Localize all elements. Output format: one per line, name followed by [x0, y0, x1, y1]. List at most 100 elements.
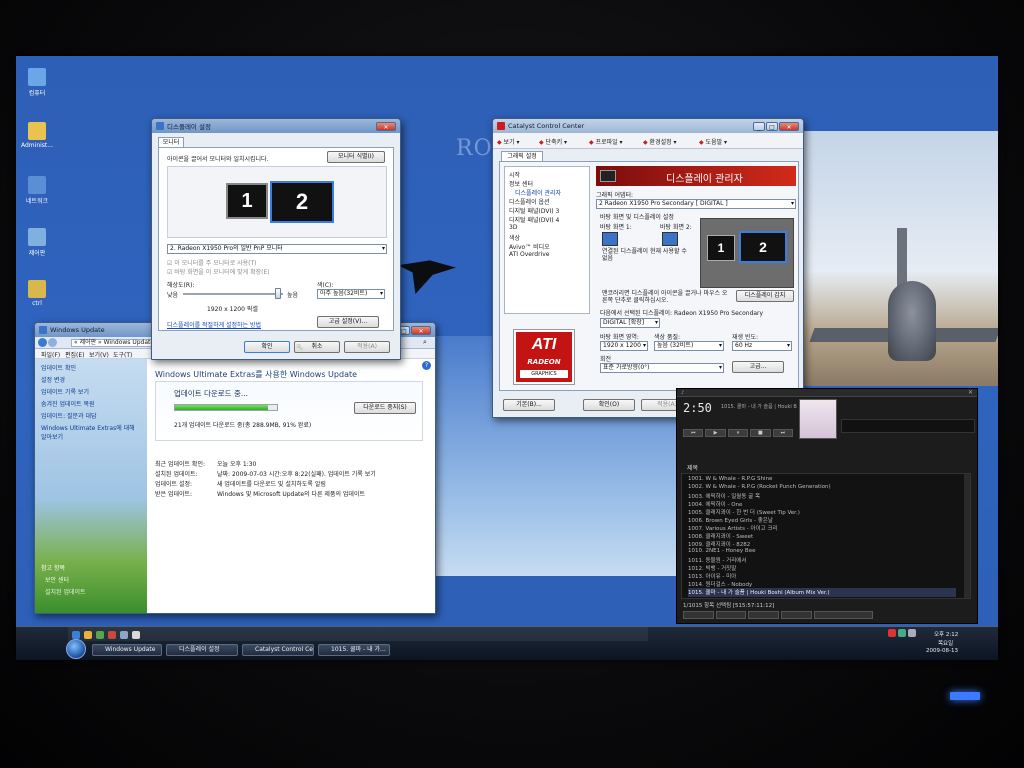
close-button[interactable]: ✕: [411, 325, 431, 335]
playlist-select-button[interactable]: [748, 611, 780, 619]
search-icon[interactable]: ⌕: [423, 338, 427, 347]
menu-edit[interactable]: 편집(E): [65, 350, 85, 359]
toolbar-view[interactable]: ◆ 보기 ▾: [497, 137, 520, 146]
playlist-remove-button[interactable]: [715, 611, 747, 619]
detect-displays-button[interactable]: 디스플레이 감지: [736, 290, 794, 302]
media-icon[interactable]: [96, 631, 104, 639]
tree-item-start[interactable]: 시작: [509, 170, 520, 179]
desktop-icon-network[interactable]: 네트워크: [20, 176, 54, 205]
network-tray-icon[interactable]: [898, 629, 906, 637]
apply-button[interactable]: 적용(A): [344, 341, 390, 353]
back-icon[interactable]: [38, 338, 47, 347]
folder-icon[interactable]: [84, 631, 92, 639]
taskbar-item-catalyst[interactable]: Catalyst Control Ce...: [242, 644, 314, 656]
tree-item-3d[interactable]: 3D: [509, 224, 517, 231]
ok-button[interactable]: 확인: [244, 341, 290, 353]
tree-item-display-options[interactable]: 디스플레이 옵션: [509, 197, 550, 206]
minimize-button[interactable]: _: [753, 121, 765, 131]
ccc-monitor-1-tile[interactable]: 1: [707, 235, 735, 261]
resolution-slider-track[interactable]: [183, 293, 283, 295]
monitor-1-tile[interactable]: 1: [226, 183, 268, 219]
playlist-item-current[interactable]: 1015. 쿨마 - 내 가 슬픔 | Houki Boshi (Album M…: [688, 588, 956, 597]
menu-file[interactable]: 파일(F): [41, 350, 60, 359]
menu-view[interactable]: 보기(V): [89, 350, 109, 359]
desktop-area-select[interactable]: 1920 x 1200: [600, 341, 648, 351]
playlist-add-button[interactable]: [683, 611, 714, 619]
extend-desktop-checkbox[interactable]: ☑ 바탕 화면을 이 모니터에 맞게 확장(E): [167, 267, 270, 276]
maximize-button[interactable]: □: [766, 121, 778, 131]
taskbar-item-player[interactable]: 1015. 쿨마 - 내 가...: [318, 644, 390, 656]
link-restore-hidden[interactable]: 숨겨진 업데이트 복원: [41, 399, 95, 408]
desktop-icon-control-panel[interactable]: 제어판: [20, 228, 54, 257]
refresh-rate-select[interactable]: 60 Hz: [732, 341, 792, 351]
forward-icon[interactable]: [48, 338, 57, 347]
tab-graphics-settings[interactable]: 그래픽 설정: [501, 151, 543, 161]
identify-monitors-button[interactable]: 모니터 식별(I): [327, 151, 385, 163]
desktop-icon-folder[interactable]: ctrl: [20, 280, 54, 307]
display-titlebar[interactable]: 디스플레이 설정 ✕: [152, 119, 400, 133]
tree-item-digital-panel-4[interactable]: 디지털 패널(DVI) 4: [509, 215, 559, 224]
adapter-select[interactable]: 2 Radeon X1950 Pro Secondary [ DIGITAL ]: [596, 199, 796, 209]
playlist-manage-button[interactable]: [813, 611, 874, 619]
taskbar-item-windows-update[interactable]: Windows Update: [92, 644, 162, 656]
link-faq[interactable]: 업데이트: 질문과 대답: [41, 411, 97, 420]
link-check-updates[interactable]: 업데이트 확인: [41, 363, 76, 372]
ccc-ok-button[interactable]: 확인(O): [583, 399, 635, 411]
toolbar-profiles[interactable]: ◆ 프로파일 ▾: [589, 137, 623, 146]
play-icon[interactable]: ▶: [705, 429, 726, 437]
monitor-2-tile[interactable]: 2: [270, 181, 334, 223]
app-icon[interactable]: [108, 631, 116, 639]
next-icon[interactable]: ⏭: [772, 429, 794, 437]
pause-icon[interactable]: ⏸: [727, 429, 749, 437]
app-icon[interactable]: [120, 631, 128, 639]
link-security-center[interactable]: 보안 센터: [45, 575, 69, 584]
start-orb-icon[interactable]: [66, 639, 86, 659]
tray-icon[interactable]: [888, 629, 896, 637]
help-icon[interactable]: ?: [422, 361, 431, 370]
tab-monitor[interactable]: 모니터: [158, 137, 184, 147]
tree-item-digital-panel-3[interactable]: 디지털 패널(DVI) 3: [509, 206, 559, 215]
tree-item-avivo[interactable]: Avivo™ 비디오: [509, 242, 550, 251]
tree-item-overdrive[interactable]: ATI Overdrive: [509, 251, 550, 258]
menu-tools[interactable]: 도구(T): [113, 350, 132, 359]
color-quality-select[interactable]: 높음 (32비트): [654, 341, 724, 351]
primary-monitor-checkbox[interactable]: ☑ 이 모니터를 주 모니터로 사용(T): [167, 258, 257, 267]
ccc-monitor-2-tile[interactable]: 2: [739, 231, 787, 263]
desktop-icon-computer[interactable]: 컴퓨터: [20, 68, 54, 97]
taskbar-item-display-settings[interactable]: 디스플레이 설정: [166, 644, 238, 656]
toolbar-preferences[interactable]: ◆ 환경설정 ▾: [643, 137, 677, 146]
close-button[interactable]: ✕: [376, 121, 396, 131]
stop-download-button[interactable]: 다운로드 중지(S): [354, 402, 416, 414]
tree-item-color[interactable]: 색상: [509, 233, 520, 242]
tree-item-display-manager[interactable]: 디스플레이 관리자: [515, 188, 561, 197]
playlist-sort-button[interactable]: [781, 611, 812, 619]
info-value-history-link[interactable]: 날짜: 2009-07-03 시간:오후 8:22(실패). 업데이트 기록 보…: [217, 469, 376, 478]
link-installed-updates[interactable]: 설치된 업데이트: [45, 587, 86, 596]
volume-icon[interactable]: [908, 629, 916, 637]
app-icon[interactable]: [132, 631, 140, 639]
link-update-history[interactable]: 업데이트 기록 보기: [41, 387, 89, 396]
clock-time[interactable]: 오후 2:12: [934, 630, 958, 638]
desktop-icon-user[interactable]: Administ...: [20, 122, 54, 149]
stop-icon[interactable]: ■: [750, 429, 771, 437]
link-change-settings[interactable]: 설정 변경: [41, 375, 65, 384]
help-link[interactable]: 디스플레이를 적절하게 설정하는 방법: [167, 320, 261, 329]
player-titlebar[interactable]: ♪ ✕: [677, 389, 977, 397]
display-mode-field[interactable]: DIGITAL [확장]: [600, 318, 660, 328]
monitor-select[interactable]: 2. Radeon X1950 Pro의 일반 PnP 모니터: [167, 244, 387, 254]
player-close-icon[interactable]: ✕: [968, 389, 973, 396]
desktop-1-icon[interactable]: [602, 232, 618, 246]
rotation-select[interactable]: 표준 가로방향(0°): [600, 363, 724, 373]
color-depth-select[interactable]: 아주 높음(32비트): [317, 289, 385, 299]
basic-button[interactable]: 기본(B)...: [503, 399, 555, 411]
close-button[interactable]: ✕: [779, 121, 799, 131]
toolbar-hotkeys[interactable]: ◆ 단축키 ▾: [539, 137, 567, 146]
ccc-titlebar[interactable]: Catalyst Control Center _ □ ✕: [493, 119, 803, 133]
tree-item-info-center[interactable]: 정보 센터: [509, 179, 533, 188]
prev-icon[interactable]: ⏮: [683, 429, 704, 437]
resolution-slider-thumb[interactable]: [275, 288, 281, 299]
ccc-advanced-button[interactable]: 고급...: [732, 361, 784, 373]
desktop-2-icon[interactable]: [662, 232, 678, 246]
advanced-settings-button[interactable]: 고급 설정(V)...: [317, 316, 379, 328]
ie-icon[interactable]: [72, 631, 80, 639]
